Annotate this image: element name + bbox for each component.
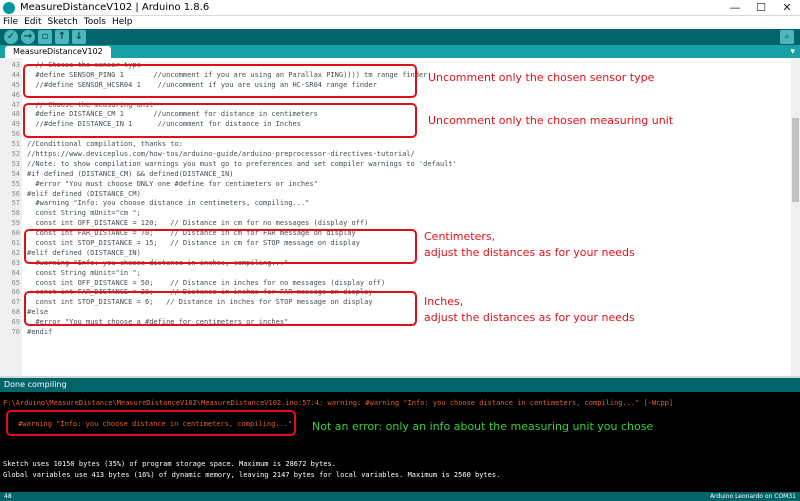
line-number: 68 xyxy=(11,308,20,317)
line-number: 46 xyxy=(11,90,20,99)
code-text: //Note: to show compilation warnings you… xyxy=(27,159,457,168)
console-warning-path: F:\Arduino\MeasureDistance\MeasureDistan… xyxy=(3,399,674,407)
code-line: 56 #elif defined (DISTANCE_CM) xyxy=(0,190,790,200)
code-line: 64 const String mUnit="in "; xyxy=(0,269,790,279)
line-number: 65 xyxy=(11,278,20,287)
annotation-inches-text: adjust the distances as for your needs xyxy=(424,311,635,324)
new-sketch-button[interactable]: ▫ xyxy=(38,30,52,44)
line-number: 53 xyxy=(11,159,20,168)
line-number: 70 xyxy=(11,328,20,337)
sensor-highlight-box xyxy=(23,64,417,98)
line-number: 43 xyxy=(11,61,20,69)
menu-sketch[interactable]: Sketch xyxy=(45,16,81,29)
code-line: 65 const int OFF_DISTANCE = 50; // Dista… xyxy=(0,279,790,289)
code-text: #warning "Info: you choose distance in c… xyxy=(27,199,310,208)
code-editor[interactable]: 43 // Choose the sensor type 44 #define S… xyxy=(0,58,800,376)
bottom-status-bar: 48 Arduino Leonardo on COM31 xyxy=(0,492,800,501)
line-number: 66 xyxy=(11,288,20,297)
code-text: #if defined (DISTANCE_CM) && defined(DIS… xyxy=(27,169,234,178)
editor-scrollbar-thumb[interactable] xyxy=(792,118,799,202)
maximize-button[interactable]: ☐ xyxy=(748,0,774,16)
menu-edit[interactable]: Edit xyxy=(21,16,44,29)
console-note: Not an error: only an info about the mea… xyxy=(312,420,654,433)
code-text: //Conditional compilation, thanks to: xyxy=(27,140,183,149)
code-text: #endif xyxy=(27,328,53,337)
tab-menu-button[interactable]: ▾ xyxy=(790,46,795,58)
annotation-inches-title: Inches, xyxy=(424,295,464,308)
line-number: 50 xyxy=(11,130,20,139)
annotation-unit: Uncomment only the chosen measuring unit xyxy=(428,114,674,127)
line-number: 59 xyxy=(11,219,20,228)
line-number: 56 xyxy=(11,189,20,198)
code-line: 70 #endif xyxy=(0,328,790,338)
menu-tools[interactable]: Tools xyxy=(81,16,109,29)
code-text: //https://www.deviceplus.com/how-tos/ard… xyxy=(27,150,415,159)
open-sketch-button[interactable]: ↑ xyxy=(55,30,69,44)
line-number: 45 xyxy=(11,80,20,89)
annotation-sensor: Uncomment only the chosen sensor type xyxy=(428,71,655,84)
menu-help[interactable]: Help xyxy=(109,16,136,29)
line-number: 44 xyxy=(11,70,20,79)
code-text: const String mUnit="cm "; xyxy=(27,209,141,218)
serial-monitor-button[interactable]: ⌕ xyxy=(780,30,794,44)
tab-measuredistancev102[interactable]: MeasureDistanceV102 xyxy=(5,46,111,58)
code-text: const String mUnit="in "; xyxy=(27,268,141,277)
line-number: 62 xyxy=(11,248,20,257)
line-number: 52 xyxy=(11,150,20,159)
line-number: 64 xyxy=(11,268,20,277)
board-port-label: Arduino Leonardo on COM31 xyxy=(709,493,796,500)
line-number: 61 xyxy=(11,239,20,248)
menu-bar: File Edit Sketch Tools Help xyxy=(0,16,800,29)
code-line: 55 #error "You must choose ONLY one #def… xyxy=(0,180,790,190)
console-highlight-box xyxy=(6,410,296,436)
console-sketch-size: Sketch uses 10150 bytes (35%) of program… xyxy=(3,460,336,468)
menu-file[interactable]: File xyxy=(0,16,21,29)
toolbar: ✓ → ▫ ↑ ↓ ⌕ xyxy=(0,29,800,45)
save-sketch-button[interactable]: ↓ xyxy=(72,30,86,44)
line-number: 48 xyxy=(11,110,20,119)
code-text: #elif defined (DISTANCE_CM) xyxy=(27,189,141,198)
upload-button[interactable]: → xyxy=(21,30,35,44)
cm-highlight-box xyxy=(24,229,417,264)
line-number: 57 xyxy=(11,199,20,208)
verify-button[interactable]: ✓ xyxy=(4,30,18,44)
code-text: const int OFF_DISTANCE = 50; // Distance… xyxy=(27,278,386,287)
status-text: Done compiling xyxy=(4,380,67,389)
line-number: 63 xyxy=(11,258,20,267)
cursor-line-number: 48 xyxy=(4,493,12,500)
inches-highlight-box xyxy=(24,291,417,326)
console-global-variables: Global variables use 413 bytes (16%) of … xyxy=(3,471,501,479)
unit-highlight-box xyxy=(23,103,417,138)
tab-row: MeasureDistanceV102 ▾ xyxy=(0,45,800,58)
editor-scrollbar[interactable] xyxy=(791,58,800,376)
line-number: 58 xyxy=(11,209,20,218)
code-line: 51 //Conditional compilation, thanks to: xyxy=(0,140,790,150)
line-number: 47 xyxy=(11,100,20,109)
status-bar: Done compiling xyxy=(0,378,800,392)
line-number: 54 xyxy=(11,169,20,178)
window-controls: — ☐ ✕ xyxy=(722,0,800,16)
close-button[interactable]: ✕ xyxy=(774,0,800,16)
code-line: 57 #warning "Info: you choose distance i… xyxy=(0,199,790,209)
code-line: 59 const int OFF_DISTANCE = 120; // Dist… xyxy=(0,219,790,229)
code-line: 52 //https://www.deviceplus.com/how-tos/a… xyxy=(0,150,790,160)
annotation-cm-title: Centimeters, xyxy=(424,230,496,243)
code-line: 58 const String mUnit="cm "; xyxy=(0,209,790,219)
line-number: 60 xyxy=(11,229,20,238)
minimize-button[interactable]: — xyxy=(722,0,748,16)
line-number: 49 xyxy=(11,120,20,129)
line-number: 55 xyxy=(11,179,20,188)
code-text: const int OFF_DISTANCE = 120; // Distanc… xyxy=(27,219,369,228)
code-text: #error "You must choose ONLY one #define… xyxy=(27,179,318,188)
title-bar: MeasureDistanceV102 | Arduino 1.8.6 — ☐ … xyxy=(0,0,800,16)
arduino-logo-icon xyxy=(3,2,15,14)
code-line: 53 //Note: to show compilation warnings y… xyxy=(0,160,790,170)
line-number: 51 xyxy=(11,140,20,149)
console-output[interactable]: F:\Arduino\MeasureDistance\MeasureDistan… xyxy=(0,392,800,492)
annotation-cm-text: adjust the distances as for your needs xyxy=(424,246,635,259)
line-number: 69 xyxy=(11,318,20,327)
line-number: 67 xyxy=(11,298,20,307)
code-line: 54 #if defined (DISTANCE_CM) && defined(D… xyxy=(0,170,790,180)
window-title: MeasureDistanceV102 | Arduino 1.8.6 xyxy=(20,2,210,13)
